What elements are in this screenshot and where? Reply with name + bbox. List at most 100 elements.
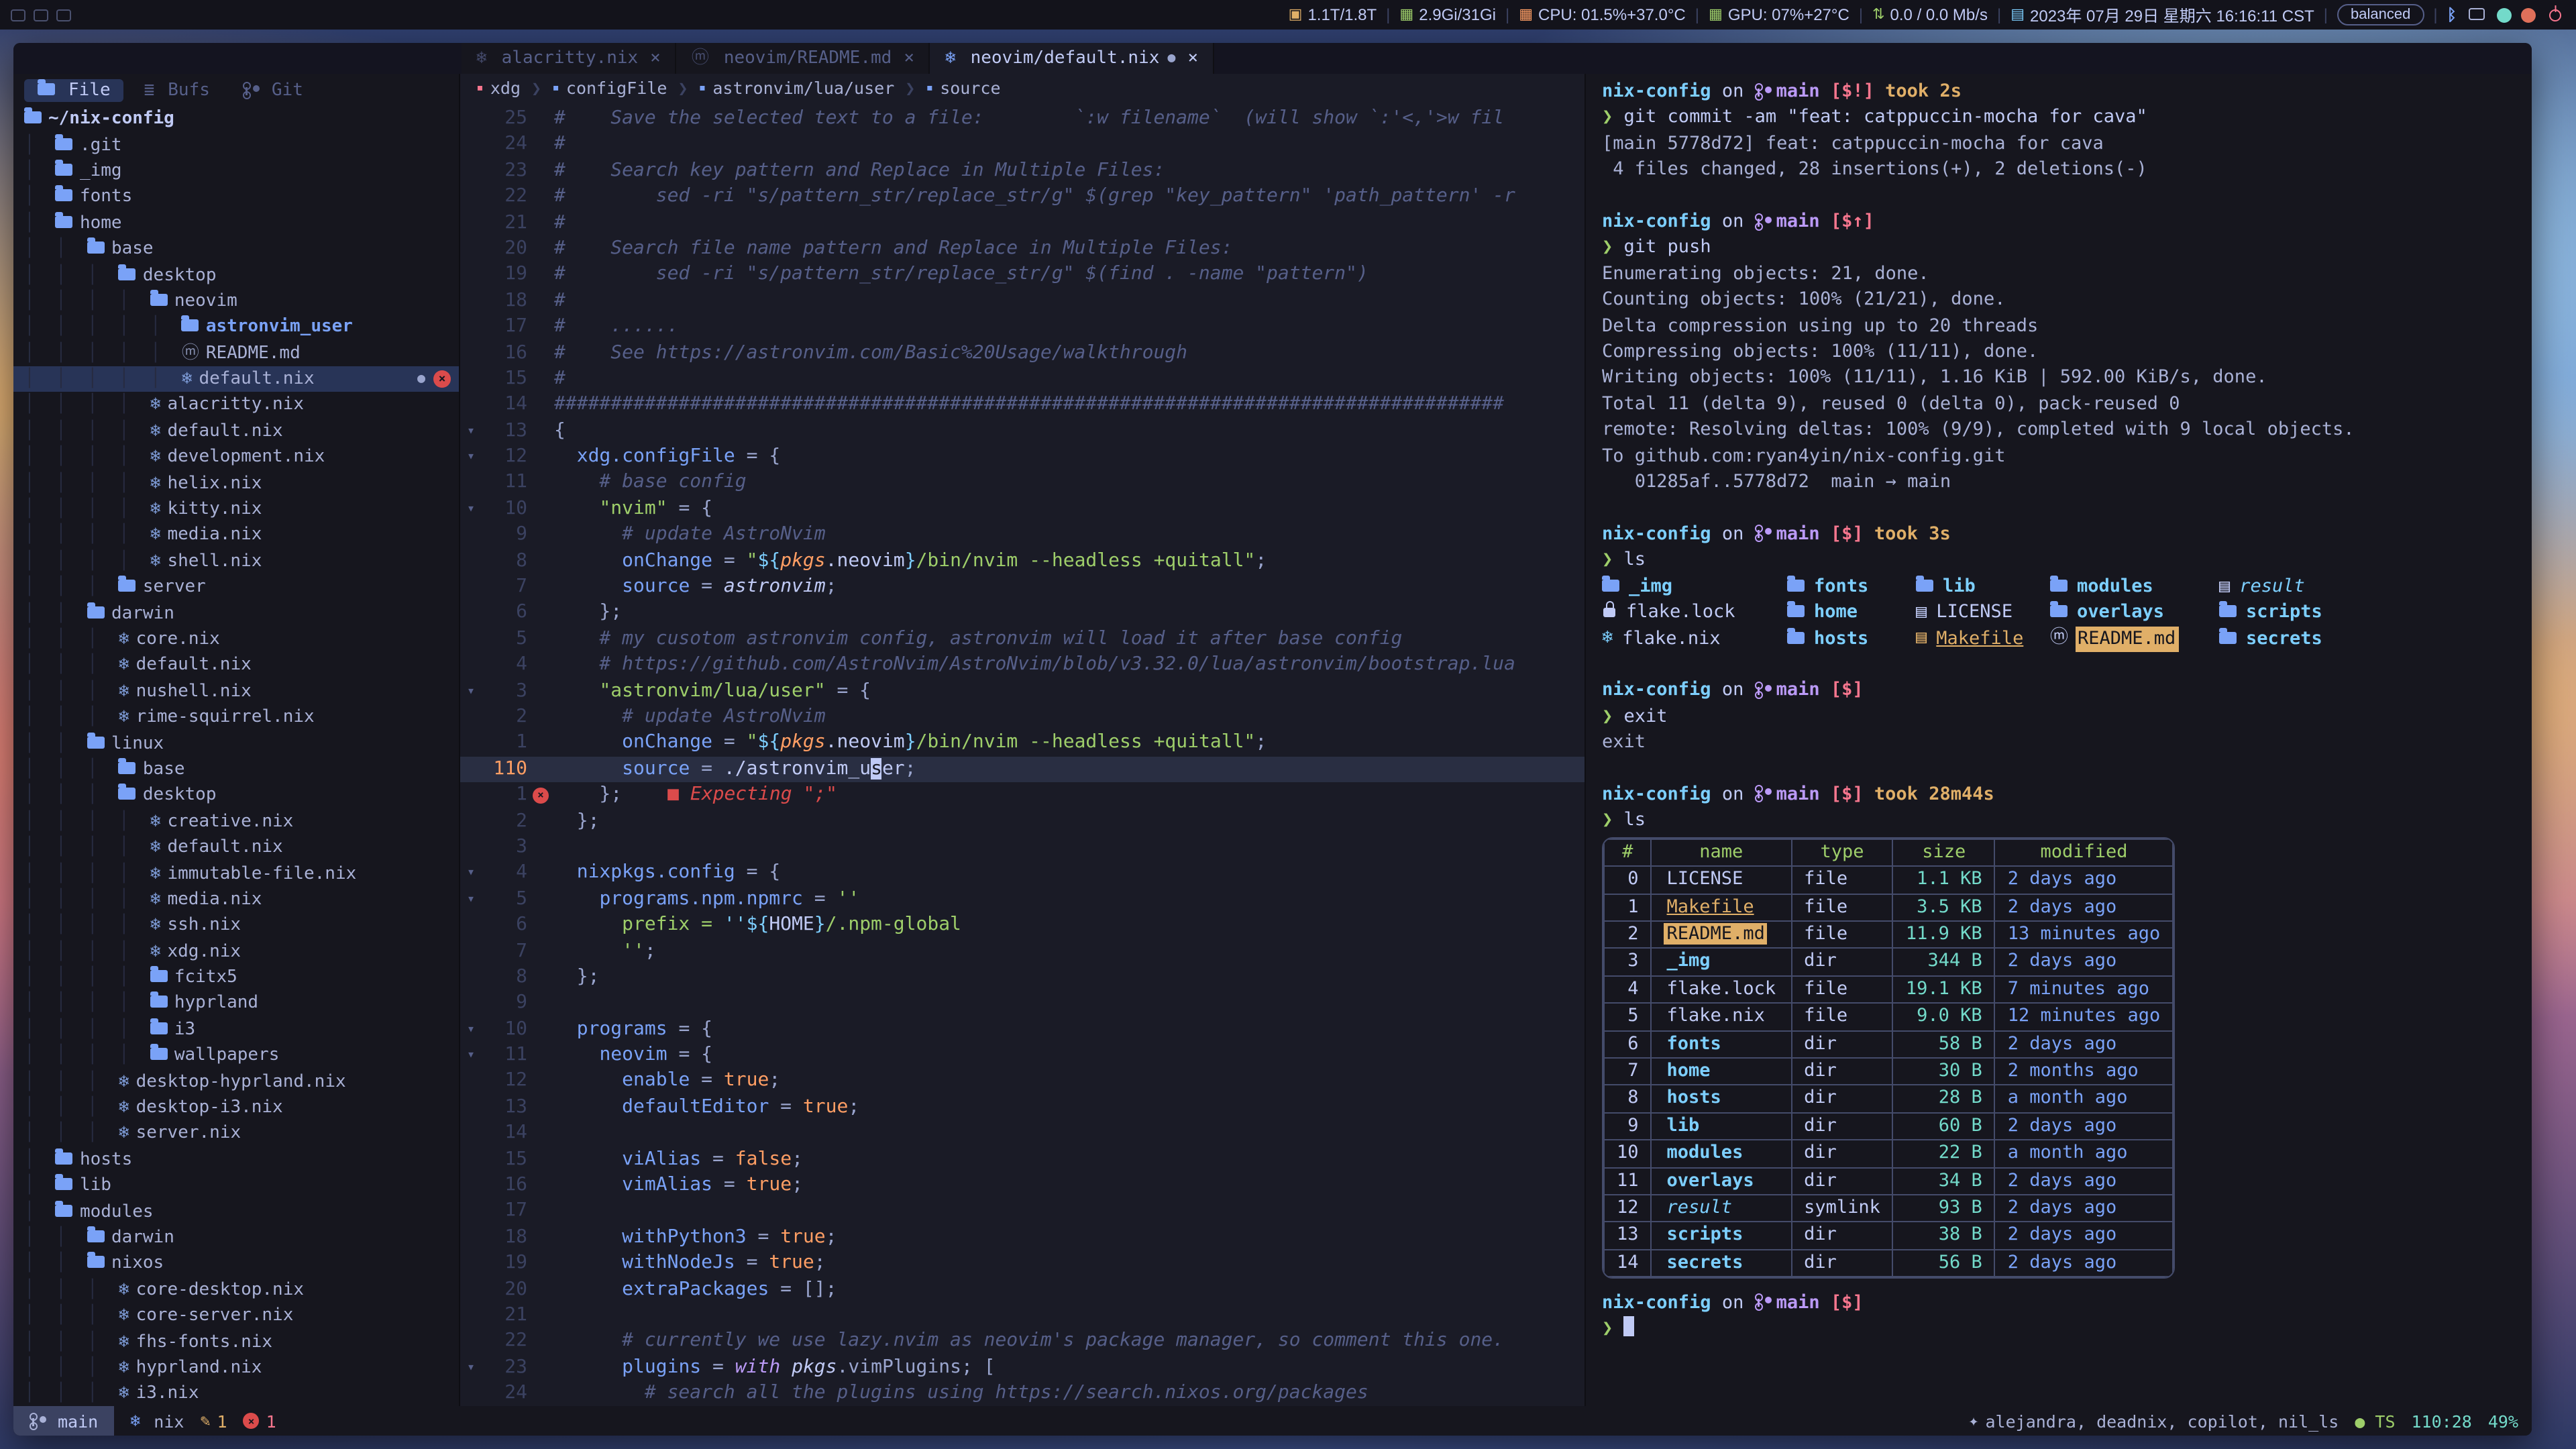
code-line[interactable]: 22 # currently we use lazy.nvim as neovi…: [460, 1329, 1585, 1355]
code-line[interactable]: 8 };: [460, 965, 1585, 991]
code-line[interactable]: 23# Search key pattern and Replace in Mu…: [460, 158, 1585, 184]
code-line[interactable]: 2 # update AstroNvim: [460, 704, 1585, 731]
code-line[interactable]: 7 '';: [460, 938, 1585, 965]
tree-item[interactable]: │ │ │ │ neovim: [13, 288, 459, 314]
tree-item[interactable]: │ │ darwin: [13, 600, 459, 627]
code-line[interactable]: 21: [460, 1303, 1585, 1329]
tree-item[interactable]: │ │ │ desktop-i3.nix: [13, 1095, 459, 1121]
code-line[interactable]: ▾10 programs = {: [460, 1016, 1585, 1042]
tree-item[interactable]: │ │ │ │ media.nix: [13, 523, 459, 549]
code-line[interactable]: 18 withPython3 = true;: [460, 1225, 1585, 1251]
disp-tray-icon[interactable]: [2469, 8, 2485, 20]
tree-item[interactable]: │ │ │ i3.nix: [13, 1381, 459, 1406]
code-line[interactable]: 7 source = astronvim;: [460, 574, 1585, 600]
tree-item[interactable]: │ │ │ core.nix: [13, 627, 459, 653]
code-line[interactable]: 9 # update AstroNvim: [460, 523, 1585, 549]
window-icon[interactable]: [34, 9, 48, 21]
tree-item[interactable]: │ │ │ │ │ astronvim_user: [13, 314, 459, 340]
fold-icon[interactable]: ▾: [460, 1355, 482, 1381]
fold-icon[interactable]: ▾: [460, 418, 482, 444]
tree-item[interactable]: │ .git: [13, 132, 459, 158]
neotree-tab-git[interactable]: Git: [230, 78, 317, 101]
code-line[interactable]: 12 enable = true;: [460, 1069, 1585, 1095]
tree-item[interactable]: │ │ │ │ development.nix: [13, 444, 459, 470]
code-line[interactable]: 25# Save the selected text to a file: `:…: [460, 106, 1585, 132]
fold-icon[interactable]: ▾: [460, 861, 482, 887]
breadcrumb-item[interactable]: ▪xdg: [476, 78, 521, 98]
tree-item[interactable]: │ │ │ │ alacritty.nix: [13, 392, 459, 419]
fold-icon[interactable]: ▾: [460, 1042, 482, 1069]
breadcrumb-item[interactable]: ▪configFile: [552, 78, 667, 98]
fold-icon[interactable]: ▾: [460, 1016, 482, 1042]
tree-item[interactable]: │ │ nixos: [13, 1250, 459, 1277]
tree-item[interactable]: │ │ │ │ helix.nix: [13, 470, 459, 496]
tree-item[interactable]: │ lib: [13, 1173, 459, 1199]
code-line[interactable]: 17# ......: [460, 314, 1585, 340]
code-line[interactable]: 17: [460, 1199, 1585, 1225]
code-line[interactable]: 3: [460, 835, 1585, 861]
bt-tray-icon[interactable]: [2447, 7, 2457, 23]
code-line[interactable]: ▾23 plugins = with pkgs.vimPlugins; [: [460, 1355, 1585, 1381]
terminal-panel[interactable]: nix-config on main [$!] took 2s❯ git com…: [1585, 74, 2532, 1406]
close-tab-button[interactable]: ×: [650, 48, 661, 68]
tree-item[interactable]: │ │ │ │ i3: [13, 1016, 459, 1042]
tree-item[interactable]: │ │ │ │ hyprland: [13, 991, 459, 1017]
tree-item[interactable]: │ │ │ │ shell.nix: [13, 548, 459, 574]
tree-item[interactable]: │ fonts: [13, 184, 459, 210]
code-line[interactable]: 1 onChange = "${pkgs.neovim}/bin/nvim --…: [460, 731, 1585, 757]
tree-item[interactable]: │ │ linux: [13, 731, 459, 757]
fold-icon[interactable]: ▾: [460, 496, 482, 523]
code-line[interactable]: ▾4 nixpkgs.config = {: [460, 861, 1585, 887]
code-line[interactable]: 15 viAlias = false;: [460, 1146, 1585, 1173]
tree-item[interactable]: │ modules: [13, 1199, 459, 1225]
code-line[interactable]: ▾12 xdg.configFile = {: [460, 444, 1585, 470]
fold-icon[interactable]: ▾: [460, 678, 482, 704]
code-lines[interactable]: 25# Save the selected text to a file: `:…: [460, 102, 1585, 1406]
statusbar-git-branch[interactable]: main: [13, 1406, 114, 1436]
tab-neovim/default.nix[interactable]: neovim/default.nix●×: [930, 43, 1214, 74]
code-line[interactable]: ▾5 programs.npm.npmrc = '': [460, 886, 1585, 912]
tree-item[interactable]: │ │ │ rime-squirrel.nix: [13, 704, 459, 731]
tree-item[interactable]: ~/nix-config: [13, 106, 459, 132]
code-line[interactable]: ▾10 "nvim" = {: [460, 496, 1585, 523]
code-line[interactable]: 16 vimAlias = true;: [460, 1173, 1585, 1199]
code-line[interactable]: 16# See https://astronvim.com/Basic%20Us…: [460, 340, 1585, 366]
tree-item[interactable]: │ home: [13, 210, 459, 236]
tree-item[interactable]: │ │ │ │ wallpapers: [13, 1042, 459, 1069]
code-line[interactable]: 15#: [460, 366, 1585, 392]
tree-item[interactable]: │ │ │ │ creative.nix: [13, 808, 459, 835]
code-line[interactable]: 20 extraPackages = [];: [460, 1277, 1585, 1303]
tree-item[interactable]: │ _img: [13, 158, 459, 184]
tree-item[interactable]: │ │ │ │ ssh.nix: [13, 912, 459, 938]
code-line[interactable]: 22# sed -ri "s/pattern_str/replace_str/g…: [460, 184, 1585, 210]
code-line[interactable]: 18#: [460, 288, 1585, 314]
tree-item[interactable]: │ │ │ │ default.nix: [13, 418, 459, 444]
power-tray-icon[interactable]: [2549, 9, 2561, 21]
tab-neovim/README.md[interactable]: neovim/README.md×: [677, 43, 930, 74]
tree-item[interactable]: │ │ │ │ media.nix: [13, 886, 459, 912]
window-icon[interactable]: [11, 9, 25, 21]
code-line[interactable]: 2 };: [460, 808, 1585, 835]
tree-item[interactable]: │ hosts: [13, 1146, 459, 1173]
code-line[interactable]: 19 withNodeJs = true;: [460, 1250, 1585, 1277]
tree-item[interactable]: │ │ darwin: [13, 1225, 459, 1251]
tree-item[interactable]: │ │ │ │ immutable-file.nix: [13, 861, 459, 887]
tree-item[interactable]: │ │ │ desktop: [13, 782, 459, 808]
code-line[interactable]: 13 defaultEditor = true;: [460, 1095, 1585, 1121]
tree-item[interactable]: │ │ │ desktop: [13, 262, 459, 288]
code-line[interactable]: 11 # base config: [460, 470, 1585, 496]
tree-item[interactable]: │ │ │ hyprland.nix: [13, 1355, 459, 1381]
tree-item[interactable]: │ │ │ fhs-fonts.nix: [13, 1329, 459, 1355]
tree-item[interactable]: │ │ │ │ fcitx5: [13, 965, 459, 991]
code-line[interactable]: 14: [460, 1120, 1585, 1146]
tab-alacritty.nix[interactable]: alacritty.nix×: [462, 43, 677, 74]
tree-item[interactable]: │ │ │ │ │ README.md: [13, 340, 459, 366]
tree-item[interactable]: │ │ │ server: [13, 574, 459, 600]
tree-item[interactable]: │ │ │ core-server.nix: [13, 1303, 459, 1329]
close-tab-button[interactable]: ×: [1187, 48, 1198, 68]
tree-item[interactable]: │ │ │ │ default.nix: [13, 835, 459, 861]
tree-item[interactable]: │ │ │ server.nix: [13, 1120, 459, 1146]
tree-item[interactable]: │ │ │ core-desktop.nix: [13, 1277, 459, 1303]
tree-item[interactable]: │ │ │ nushell.nix: [13, 678, 459, 704]
fold-icon[interactable]: ▾: [460, 444, 482, 470]
